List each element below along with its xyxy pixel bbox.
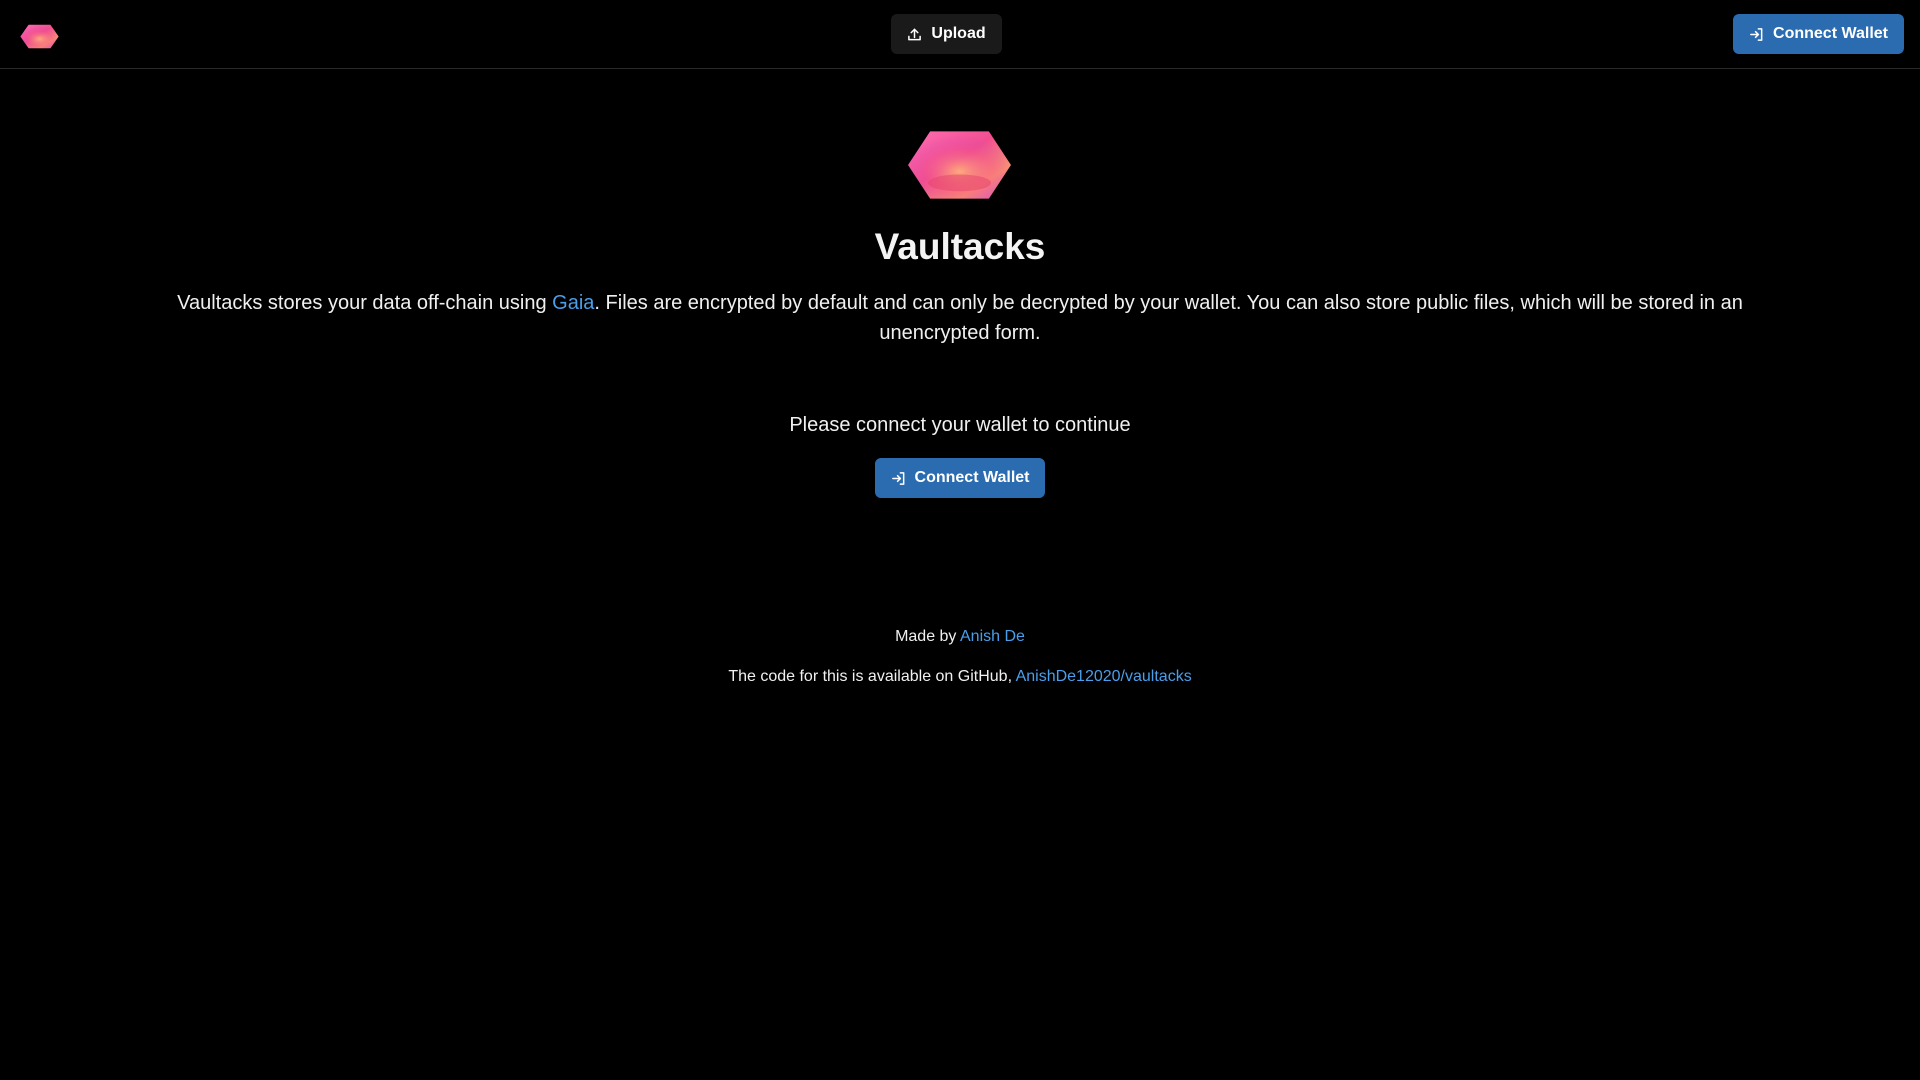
- connect-wallet-label: Connect Wallet: [1773, 25, 1888, 42]
- vaultacks-hero-logo-icon: [907, 130, 1012, 200]
- login-icon: [1749, 27, 1764, 42]
- description-text-start: Vaultacks stores your data off-chain usi…: [177, 292, 553, 314]
- upload-button-label: Upload: [931, 25, 986, 42]
- page-title: Vaultacks: [874, 226, 1046, 267]
- made-by-text: Made by Anish De: [0, 628, 1920, 646]
- github-note-prefix: The code for this is available on GitHub…: [728, 668, 1016, 685]
- gaia-link[interactable]: Gaia: [552, 292, 594, 314]
- made-by-prefix: Made by: [895, 628, 960, 645]
- vaultacks-logo-icon[interactable]: [20, 24, 59, 49]
- repo-link[interactable]: AnishDe12020/vaultacks: [1016, 668, 1192, 685]
- top-nav-bar: Upload Connect Wallet: [0, 0, 1920, 69]
- app-description: Vaultacks stores your data off-chain usi…: [160, 288, 1760, 348]
- github-note: The code for this is available on GitHub…: [0, 668, 1920, 686]
- description-text-end: . Files are encrypted by default and can…: [594, 292, 1743, 344]
- author-link[interactable]: Anish De: [960, 628, 1025, 645]
- connect-wallet-button-header[interactable]: Connect Wallet: [1733, 14, 1904, 54]
- upload-icon: [907, 27, 922, 42]
- connect-wallet-button-main[interactable]: Connect Wallet: [875, 458, 1045, 498]
- upload-button[interactable]: Upload: [891, 14, 1002, 54]
- login-icon: [891, 471, 906, 486]
- connect-wallet-label: Connect Wallet: [914, 469, 1030, 486]
- connect-prompt: Please connect your wallet to continue: [789, 414, 1131, 436]
